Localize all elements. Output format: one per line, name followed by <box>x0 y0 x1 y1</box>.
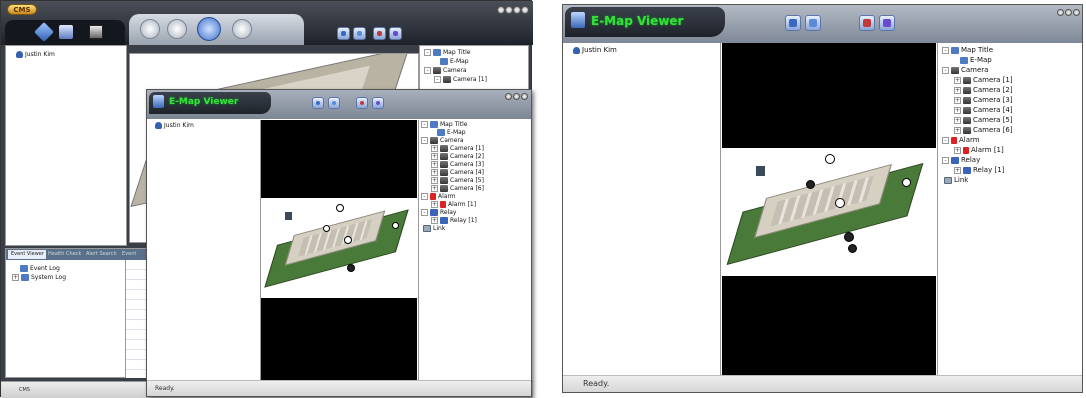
popup-zoom-in-icon[interactable] <box>312 97 324 109</box>
camera-marker-icon[interactable] <box>902 178 911 187</box>
tree-alarm-1[interactable]: + Alarm [1] <box>954 145 1004 155</box>
tree-camera-5[interactable]: + Camera [5] <box>954 115 1013 125</box>
emap-tree: - Map Title E-Map - Camera + Camera [1] + Ca… <box>937 43 1082 376</box>
capture-icon[interactable] <box>89 25 103 39</box>
popup-home-icon[interactable] <box>356 97 368 109</box>
popup-close-icon[interactable] <box>521 93 528 100</box>
map-icon <box>960 56 968 64</box>
restore-icon[interactable] <box>505 6 513 14</box>
edit-icon[interactable] <box>879 15 895 31</box>
cms-status-text: CMS <box>19 387 30 393</box>
export-icon[interactable] <box>59 25 73 39</box>
right-screenshot: E-Map Viewer Justin Kim - Map Title E-Map… <box>562 4 1083 393</box>
zoom-out-icon[interactable] <box>353 27 366 40</box>
tree-relay[interactable]: - Relay <box>942 155 980 165</box>
tree-camera-2[interactable]: + Camera [2] <box>954 85 1013 95</box>
camera-marker-icon[interactable] <box>392 222 399 229</box>
tree-camera-3[interactable]: + Camera [3] <box>954 95 1013 105</box>
popup-emap-tree: - Map Title E-Map - Camera + Camera [1] + Ca… <box>418 120 531 380</box>
tree-map-title[interactable]: - Map Title <box>942 45 993 55</box>
tree-link[interactable]: Link <box>423 224 445 234</box>
system-log-item[interactable]: + System Log <box>12 273 66 283</box>
relay-icon <box>430 209 438 216</box>
alarm-icon <box>430 193 436 200</box>
popup-restore-icon[interactable] <box>513 93 520 100</box>
user-icon <box>16 51 23 58</box>
device-tree-panel: Justin Kim <box>5 45 127 246</box>
settings-tab[interactable] <box>232 19 252 39</box>
user-panel: Justin Kim <box>563 43 721 376</box>
zoom-in-icon[interactable] <box>785 15 801 31</box>
tree-link[interactable]: Link <box>944 175 968 185</box>
camera-marker-icon[interactable] <box>844 232 854 242</box>
popup-map-image <box>261 198 417 298</box>
camera-marker-icon[interactable] <box>806 180 815 189</box>
zoom-out-icon[interactable] <box>805 15 821 31</box>
camera-marker-icon[interactable] <box>825 154 835 164</box>
camera-marker-icon[interactable] <box>347 264 355 272</box>
popup-zoom-out-icon[interactable] <box>328 97 340 109</box>
relay-icon <box>951 156 959 164</box>
popup-user-icon <box>155 122 162 129</box>
background-tree-panel: - Map Title E-Map - Camera - Camera [1] <box>419 45 529 95</box>
tree-camera-1[interactable]: + Camera [1] <box>954 75 1013 85</box>
tree-camera-6[interactable]: + Camera [6] <box>954 125 1013 135</box>
status-bar: Ready. <box>563 375 1082 392</box>
left-screenshot: CMS Justin Kim - Map Title E-Map - Camera … <box>0 0 533 398</box>
tree-emap[interactable]: E-Map <box>960 55 992 65</box>
minimize-icon[interactable] <box>497 6 505 14</box>
tab-alert-search[interactable]: Alert Search <box>86 250 120 259</box>
camera-marker-icon[interactable] <box>323 225 330 232</box>
link-icon <box>944 176 952 184</box>
alarm-marker-icon[interactable] <box>756 166 765 176</box>
tree-user[interactable]: Justin Kim <box>16 50 55 60</box>
close-icon[interactable] <box>1073 9 1080 16</box>
map-image <box>722 148 936 276</box>
map-icon <box>951 46 959 54</box>
restore-icon[interactable] <box>1065 9 1072 16</box>
emap-popup-window: E-Map Viewer Justin Kim - Map Title E-Ma… <box>146 89 532 397</box>
tab-event-viewer[interactable]: Event Viewer <box>8 250 46 259</box>
status-text: Ready. <box>583 379 610 388</box>
user-icon <box>573 46 580 54</box>
tree-camera[interactable]: - Camera <box>942 65 988 75</box>
zoom-in-icon[interactable] <box>337 27 350 40</box>
tab-health-check[interactable]: Health Check <box>48 250 82 259</box>
camera-icon <box>951 66 959 74</box>
alarm-marker-icon[interactable] <box>285 212 292 220</box>
emap-popup-title: E-Map Viewer <box>169 97 239 107</box>
tree-user[interactable]: Justin Kim <box>573 45 617 55</box>
home-icon[interactable] <box>373 27 386 40</box>
close-icon[interactable] <box>521 6 529 14</box>
emap-logo-icon <box>571 12 585 28</box>
playback-tab[interactable] <box>167 19 187 39</box>
emap-title: E-Map Viewer <box>591 14 684 28</box>
tree-alarm[interactable]: - Alarm <box>942 135 980 145</box>
link-icon <box>423 225 431 232</box>
home-icon[interactable] <box>859 15 875 31</box>
emap-popup-logo-icon <box>153 95 164 108</box>
alarm-icon <box>951 136 957 144</box>
live-tab[interactable] <box>140 19 160 39</box>
camera-marker-icon[interactable] <box>848 244 857 253</box>
tree-relay-1[interactable]: + Relay [1] <box>954 165 1004 175</box>
app-logo: CMS <box>7 4 37 15</box>
popup-user-panel: Justin Kim <box>149 120 261 380</box>
camera-marker-icon[interactable] <box>336 204 344 212</box>
popup-status-text: Ready. <box>155 385 175 392</box>
edit-icon[interactable] <box>389 27 402 40</box>
camera-marker-icon[interactable] <box>835 198 845 208</box>
camera-marker-icon[interactable] <box>344 236 352 244</box>
map-view <box>722 43 936 376</box>
popup-edit-icon[interactable] <box>372 97 384 109</box>
maximize-icon[interactable] <box>513 6 521 14</box>
popup-map-view <box>261 120 417 380</box>
popup-tree-user[interactable]: Justin Kim <box>155 121 194 131</box>
popup-minimize-icon[interactable] <box>505 93 512 100</box>
popup-status-bar: Ready. <box>147 380 531 396</box>
minimize-icon[interactable] <box>1057 9 1064 16</box>
tree-camera-4[interactable]: + Camera [4] <box>954 105 1013 115</box>
emap-tab[interactable] <box>197 17 221 41</box>
